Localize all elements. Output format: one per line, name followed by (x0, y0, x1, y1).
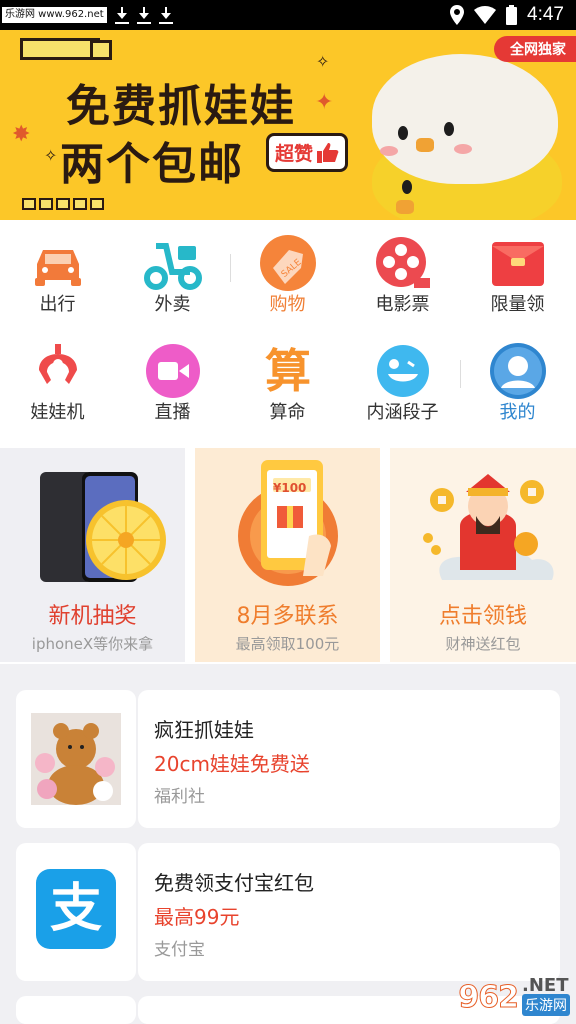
nav-label: 娃娃机 (30, 402, 85, 423)
nav-item-travel[interactable]: 出行 (0, 220, 115, 320)
banner-tag-label: 超赞 (275, 143, 314, 165)
user-avatar-icon (490, 343, 546, 399)
nav-item-claw-machine[interactable]: 娃娃机 (0, 328, 115, 428)
promo-row: 新机抽奖 iphoneX等你来拿 ¥100 8月多联系 最高领取100元 点击领… (0, 446, 576, 664)
promo-title: 新机抽奖 (48, 604, 137, 629)
status-bar: 乐游网 www.962.net 4:47 (0, 0, 576, 30)
decorative-bar (20, 38, 100, 60)
list-body: 疯狂抓娃娃 20cm娃娃免费送 福利社 (138, 690, 560, 828)
alipay-logo: 支 (36, 869, 116, 949)
nav-item-movie-tickets[interactable]: 电影票 (345, 220, 460, 320)
god-of-wealth-image (423, 474, 554, 580)
phone-cash-image (238, 460, 338, 586)
site-watermark: 962 .NET 乐游网 (458, 975, 570, 1016)
promo-title: 8月多联系 (236, 604, 339, 629)
list-thumb: 支 (16, 843, 136, 981)
nav-item-jokes[interactable]: 内涵段子 (345, 328, 460, 428)
promo-banner[interactable]: ✦ ✸ ✧ ✧ 免费抓娃娃 两个包邮 超赞 全网独家 (0, 30, 576, 220)
decorative-cube (90, 40, 112, 60)
nav-item-live[interactable]: 直播 (115, 328, 230, 428)
iphone-wheel-image (40, 472, 166, 582)
list-highlight: 最高99元 (154, 905, 240, 929)
location-icon (450, 5, 465, 25)
video-camera-icon (146, 344, 200, 398)
promo-subtitle: 最高领取100元 (235, 635, 340, 653)
list-title: 免费领支付宝红包 (154, 871, 314, 895)
sparkle-icon: ✧ (44, 146, 58, 165)
thumbs-up-icon (317, 142, 339, 163)
sale-tag-icon: SALE (260, 235, 316, 291)
list-body: 免费领支付宝红包 最高99元 支付宝 (138, 843, 560, 981)
watermark-logo: 962 (458, 979, 520, 1015)
list-item[interactable]: 支 免费领支付宝红包 最高99元 支付宝 (16, 843, 560, 981)
promo-card-lottery[interactable]: 新机抽奖 iphoneX等你来拿 (0, 448, 185, 662)
nav-label: 购物 (269, 294, 306, 315)
plush-toys-image (31, 713, 121, 805)
promo-card-money[interactable]: 点击领钱 财神送红包 (390, 448, 576, 662)
banner-tag: 超赞 (266, 133, 349, 172)
scooter-icon (144, 243, 202, 290)
download-icon (158, 6, 173, 24)
banner-subheadline: 两个包邮 (60, 139, 244, 190)
list-source: 支付宝 (154, 940, 205, 960)
promo-title: 点击领钱 (438, 604, 527, 629)
nav-label: 内涵段子 (366, 402, 439, 423)
exclusive-badge: 全网独家 (494, 36, 576, 62)
nav-label: 限量领 (490, 294, 545, 315)
red-envelope-icon (492, 242, 544, 286)
promo-subtitle: 财神送红包 (445, 635, 521, 653)
list-source: 福利社 (154, 787, 205, 807)
nav-item-fortune[interactable]: 算 算命 (230, 328, 345, 428)
white-chick-plush (372, 54, 558, 184)
list-highlight: 20cm娃娃免费送 (154, 752, 310, 776)
status-time: 4:47 (527, 4, 564, 25)
watermark-cn: 乐游网 (522, 994, 570, 1016)
film-reel-icon (376, 237, 430, 288)
watermark-net: .NET (522, 975, 569, 996)
claw-icon (39, 344, 77, 384)
nav-item-limited[interactable]: 限量领 (460, 220, 575, 320)
phone-amount: ¥100 (273, 481, 307, 495)
nav-label: 出行 (39, 294, 76, 315)
nav-item-takeout[interactable]: 外卖 (115, 220, 230, 320)
nav-label: 直播 (154, 402, 191, 423)
list-title: 疯狂抓娃娃 (154, 718, 254, 742)
nav-label: 电影票 (375, 294, 430, 315)
car-icon (35, 250, 81, 286)
star-icon: ✦ (315, 90, 334, 115)
star-icon: ✸ (12, 122, 31, 147)
list-thumb (16, 690, 136, 828)
nav-item-shopping[interactable]: SALE 购物 (230, 220, 345, 320)
fortune-character-icon: 算 (265, 344, 311, 398)
wifi-icon (474, 6, 497, 24)
banner-headline: 免费抓娃娃 (66, 81, 296, 132)
promo-card-august[interactable]: ¥100 8月多联系 最高领取100元 (195, 448, 380, 662)
nav-label: 外卖 (154, 294, 191, 315)
list-thumb (16, 996, 136, 1024)
nav-label: 算命 (269, 402, 306, 423)
download-icon (114, 6, 129, 24)
list-item[interactable]: 疯狂抓娃娃 20cm娃娃免费送 福利社 (16, 690, 560, 828)
decorative-blocks (22, 198, 104, 210)
smiley-icon (377, 345, 429, 397)
promo-subtitle: iphoneX等你来拿 (31, 635, 154, 653)
battery-icon (506, 5, 518, 25)
nav-label: 我的 (499, 402, 536, 423)
nav-item-mine[interactable]: 我的 (460, 328, 575, 428)
watermark-label: 乐游网 www.962.net (2, 7, 107, 23)
sparkle-icon: ✧ (316, 52, 330, 71)
download-icon (136, 6, 151, 24)
category-grid: 出行 外卖 SALE 购物 电影票 限量领 娃娃机 直播 算 算命 内涵段子 我… (0, 220, 576, 446)
